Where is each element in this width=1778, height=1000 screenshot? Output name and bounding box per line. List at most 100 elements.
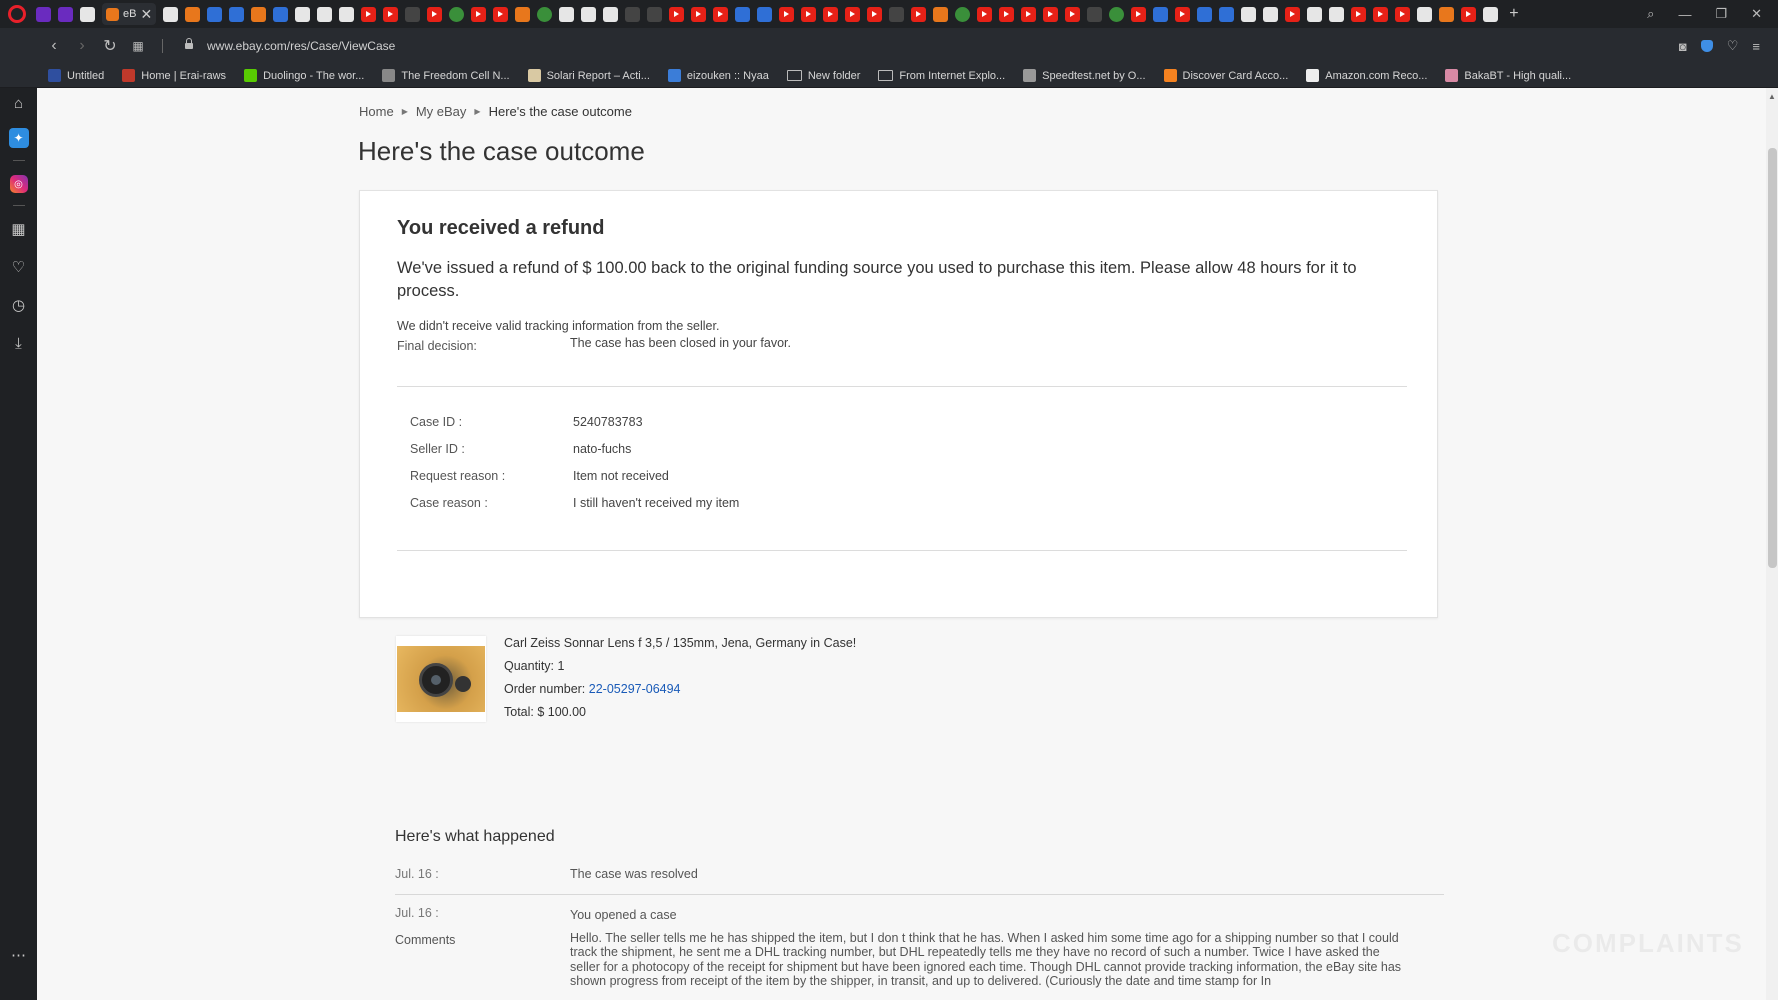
youtube-tab-icon[interactable] bbox=[493, 6, 509, 22]
tab-icon[interactable] bbox=[207, 6, 223, 22]
instagram-icon[interactable]: ◎ bbox=[9, 175, 28, 193]
tab-icon[interactable] bbox=[163, 6, 179, 22]
youtube-tab-icon[interactable] bbox=[1131, 6, 1147, 22]
tab-icon[interactable] bbox=[537, 6, 553, 22]
youtube-tab-icon[interactable] bbox=[427, 6, 443, 22]
tab-icon[interactable] bbox=[515, 6, 531, 22]
tab-icon[interactable] bbox=[1197, 6, 1213, 22]
tab-icon[interactable] bbox=[1153, 6, 1169, 22]
history-clock-icon[interactable]: ◷ bbox=[8, 294, 30, 316]
bookmark-item[interactable]: Home | Erai-raws bbox=[122, 69, 226, 82]
bookmark-item[interactable]: From Internet Explo... bbox=[878, 70, 1005, 82]
close-tab-icon[interactable]: ✕ bbox=[140, 6, 152, 23]
close-window-icon[interactable]: ✕ bbox=[1751, 6, 1762, 22]
youtube-tab-icon[interactable] bbox=[999, 6, 1015, 22]
camera-icon[interactable]: ◙ bbox=[1679, 39, 1687, 54]
tab-icon[interactable] bbox=[647, 6, 663, 22]
bookmark-item[interactable]: Discover Card Acco... bbox=[1163, 69, 1288, 82]
page-scrollbar[interactable]: ▲ bbox=[1766, 88, 1778, 1000]
tab-icon[interactable] bbox=[1307, 6, 1323, 22]
tab-icon[interactable] bbox=[185, 6, 201, 22]
youtube-tab-icon[interactable] bbox=[1351, 6, 1367, 22]
tab-icon[interactable] bbox=[273, 6, 289, 22]
tab-icon[interactable] bbox=[559, 6, 575, 22]
bookmark-item[interactable]: New folder bbox=[786, 70, 860, 82]
youtube-tab-icon[interactable] bbox=[1065, 6, 1081, 22]
youtube-tab-icon[interactable] bbox=[471, 6, 487, 22]
tab-ebay-active[interactable]: eB ✕ bbox=[102, 3, 157, 25]
youtube-tab-icon[interactable] bbox=[361, 6, 377, 22]
tab-icon[interactable] bbox=[1087, 6, 1103, 22]
tab-icon[interactable] bbox=[58, 6, 73, 22]
tab-icon[interactable] bbox=[933, 6, 949, 22]
tab-icon[interactable] bbox=[1483, 6, 1499, 22]
bookmark-item[interactable]: eizouken :: Nyaa bbox=[667, 69, 769, 82]
youtube-tab-icon[interactable] bbox=[383, 6, 399, 22]
bookmark-item[interactable]: Amazon.com Reco... bbox=[1306, 69, 1427, 82]
youtube-tab-icon[interactable] bbox=[911, 6, 927, 22]
bookmark-item[interactable]: Speedtest.net by O... bbox=[1023, 69, 1146, 82]
forward-icon[interactable]: › bbox=[68, 37, 96, 55]
youtube-tab-icon[interactable] bbox=[1461, 6, 1477, 22]
yahoo-tab-icon[interactable] bbox=[36, 6, 51, 22]
youtube-tab-icon[interactable] bbox=[801, 6, 817, 22]
tab-icon[interactable] bbox=[1241, 6, 1257, 22]
youtube-tab-icon[interactable] bbox=[1395, 6, 1411, 22]
youtube-tab-icon[interactable] bbox=[1373, 6, 1389, 22]
more-options-icon[interactable]: ⋯ bbox=[8, 944, 30, 966]
bookmark-item[interactable]: BakaBT - High quali... bbox=[1445, 69, 1571, 82]
tab-icon[interactable] bbox=[1439, 6, 1455, 22]
search-tabs-icon[interactable]: ⌕ bbox=[1647, 6, 1654, 22]
breadcrumb-my-ebay-link[interactable]: My eBay bbox=[416, 104, 467, 119]
bookmark-item[interactable]: Duolingo - The wor... bbox=[244, 69, 364, 82]
bookmark-item[interactable]: Untitled bbox=[48, 69, 104, 82]
bookmarks-heart-icon[interactable]: ♡ bbox=[8, 256, 30, 278]
tab-icon[interactable] bbox=[889, 6, 905, 22]
tab-icon[interactable] bbox=[251, 6, 267, 22]
tab-icon[interactable] bbox=[1109, 6, 1125, 22]
item-thumbnail[interactable] bbox=[396, 636, 486, 722]
bookmark-item[interactable]: The Freedom Cell N... bbox=[382, 69, 510, 82]
tab-icon[interactable] bbox=[735, 6, 751, 22]
home-icon[interactable]: ⌂ bbox=[8, 92, 30, 114]
restore-icon[interactable]: ❐ bbox=[1715, 6, 1727, 22]
address-bar[interactable]: www.ebay.com/res/Case/ViewCase bbox=[207, 39, 1679, 53]
tab-icon[interactable] bbox=[339, 6, 355, 22]
tab-icon[interactable] bbox=[1219, 6, 1235, 22]
youtube-tab-icon[interactable] bbox=[845, 6, 861, 22]
apps-grid-icon[interactable]: ▦ bbox=[8, 218, 30, 240]
youtube-tab-icon[interactable] bbox=[1175, 6, 1191, 22]
youtube-tab-icon[interactable] bbox=[1285, 6, 1301, 22]
speed-dial-icon[interactable]: ✦ bbox=[8, 128, 29, 148]
youtube-tab-icon[interactable] bbox=[867, 6, 883, 22]
youtube-tab-icon[interactable] bbox=[779, 6, 795, 22]
tab-icon[interactable] bbox=[405, 6, 421, 22]
tab-icon[interactable] bbox=[955, 6, 971, 22]
vpn-shield-icon[interactable] bbox=[1700, 40, 1713, 52]
youtube-tab-icon[interactable] bbox=[977, 6, 993, 22]
youtube-tab-icon[interactable] bbox=[669, 6, 685, 22]
tab-icon[interactable] bbox=[1329, 6, 1345, 22]
youtube-tab-icon[interactable] bbox=[1043, 6, 1059, 22]
youtube-tab-icon[interactable] bbox=[691, 6, 707, 22]
reload-icon[interactable]: ↻ bbox=[96, 36, 124, 56]
heart-icon[interactable]: ♡ bbox=[1727, 38, 1739, 54]
new-tab-icon[interactable]: + bbox=[1509, 5, 1518, 23]
opera-logo-icon[interactable] bbox=[8, 5, 26, 23]
minimize-icon[interactable]: — bbox=[1678, 7, 1691, 22]
breadcrumb-home-link[interactable]: Home bbox=[359, 104, 394, 119]
tab-icon[interactable] bbox=[581, 6, 597, 22]
back-icon[interactable]: ‹ bbox=[40, 37, 68, 55]
tab-icon[interactable] bbox=[625, 6, 641, 22]
gmail-tab-icon[interactable] bbox=[80, 6, 95, 22]
youtube-tab-icon[interactable] bbox=[1021, 6, 1037, 22]
menu-icon[interactable]: ≡ bbox=[1752, 39, 1760, 54]
tab-icon[interactable] bbox=[295, 6, 311, 22]
bookmark-item[interactable]: Solari Report – Acti... bbox=[527, 69, 650, 82]
tab-icon[interactable] bbox=[1263, 6, 1279, 22]
lock-icon[interactable] bbox=[185, 38, 193, 49]
tab-icon[interactable] bbox=[757, 6, 773, 22]
tab-icon[interactable] bbox=[449, 6, 465, 22]
scrollbar-thumb[interactable] bbox=[1768, 148, 1777, 568]
downloads-icon[interactable]: ⤓ bbox=[8, 332, 30, 354]
